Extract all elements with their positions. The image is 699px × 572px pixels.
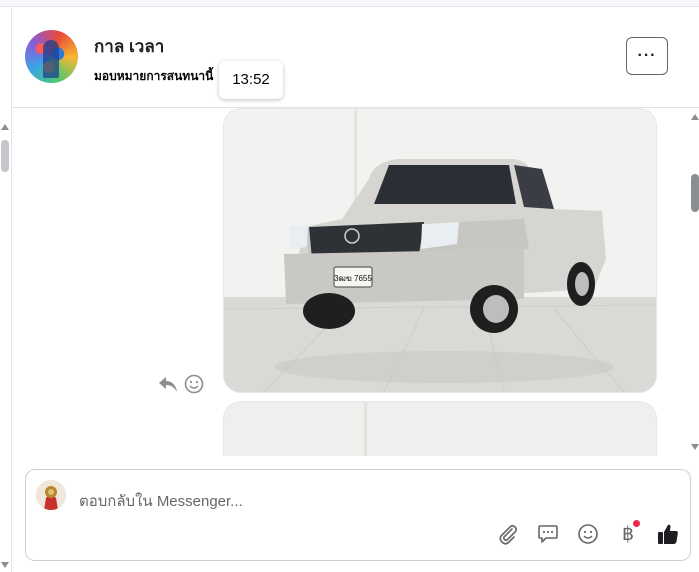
timestamp-tooltip: 13:52 — [219, 61, 283, 99]
more-options-button[interactable]: ··· — [626, 37, 668, 75]
baht-symbol: ฿ — [621, 523, 635, 545]
assign-conversation-link[interactable]: มอบหมายการสนทนานี้ — [94, 67, 220, 86]
composer-area: ตอบกลับใน Messenger... ฿ — [12, 456, 699, 572]
emoji-icon[interactable] — [576, 522, 600, 546]
chat-bubble-icon[interactable] — [536, 522, 560, 546]
thread-scroll-thumb[interactable] — [691, 174, 699, 212]
contact-name[interactable]: กาล เวลา — [94, 33, 164, 60]
license-plate-text: 3ฒฆ 7655 — [334, 274, 372, 283]
scroll-thumb[interactable] — [1, 140, 9, 172]
thread-scrollbar[interactable] — [690, 108, 699, 456]
top-bar — [0, 0, 699, 7]
thread-scroll-up-arrow[interactable] — [691, 114, 699, 120]
attached-car-photo[interactable]: 3ฒฆ 7655 — [223, 108, 657, 393]
conversation-thread[interactable]: 3ฒฆ 7655 — [12, 108, 699, 456]
react-smiley-icon[interactable] — [184, 374, 204, 394]
scroll-up-arrow[interactable] — [1, 124, 9, 130]
more-dots-icon: ··· — [637, 47, 657, 64]
thread-scroll-down-arrow[interactable] — [691, 444, 699, 450]
attached-photo-2[interactable] — [223, 401, 657, 456]
scroll-down-arrow[interactable] — [1, 562, 9, 568]
contact-avatar[interactable] — [25, 30, 78, 83]
composer-toolbar: ฿ — [496, 520, 680, 546]
thumbs-up-icon[interactable] — [656, 522, 680, 546]
conversation-header: กาล เวลา มอบหมายการสนทนานี้ ··· — [12, 7, 699, 108]
page-avatar — [36, 480, 66, 510]
reply-input[interactable]: ตอบกลับใน Messenger... — [79, 489, 243, 513]
reply-icon[interactable] — [158, 374, 178, 394]
paperclip-icon[interactable] — [496, 522, 520, 546]
message-actions — [158, 374, 204, 394]
notification-dot — [633, 520, 640, 527]
reply-composer[interactable]: ตอบกลับใน Messenger... ฿ — [25, 469, 691, 561]
baht-icon[interactable]: ฿ — [616, 520, 640, 546]
left-scrollbar[interactable] — [0, 118, 10, 572]
